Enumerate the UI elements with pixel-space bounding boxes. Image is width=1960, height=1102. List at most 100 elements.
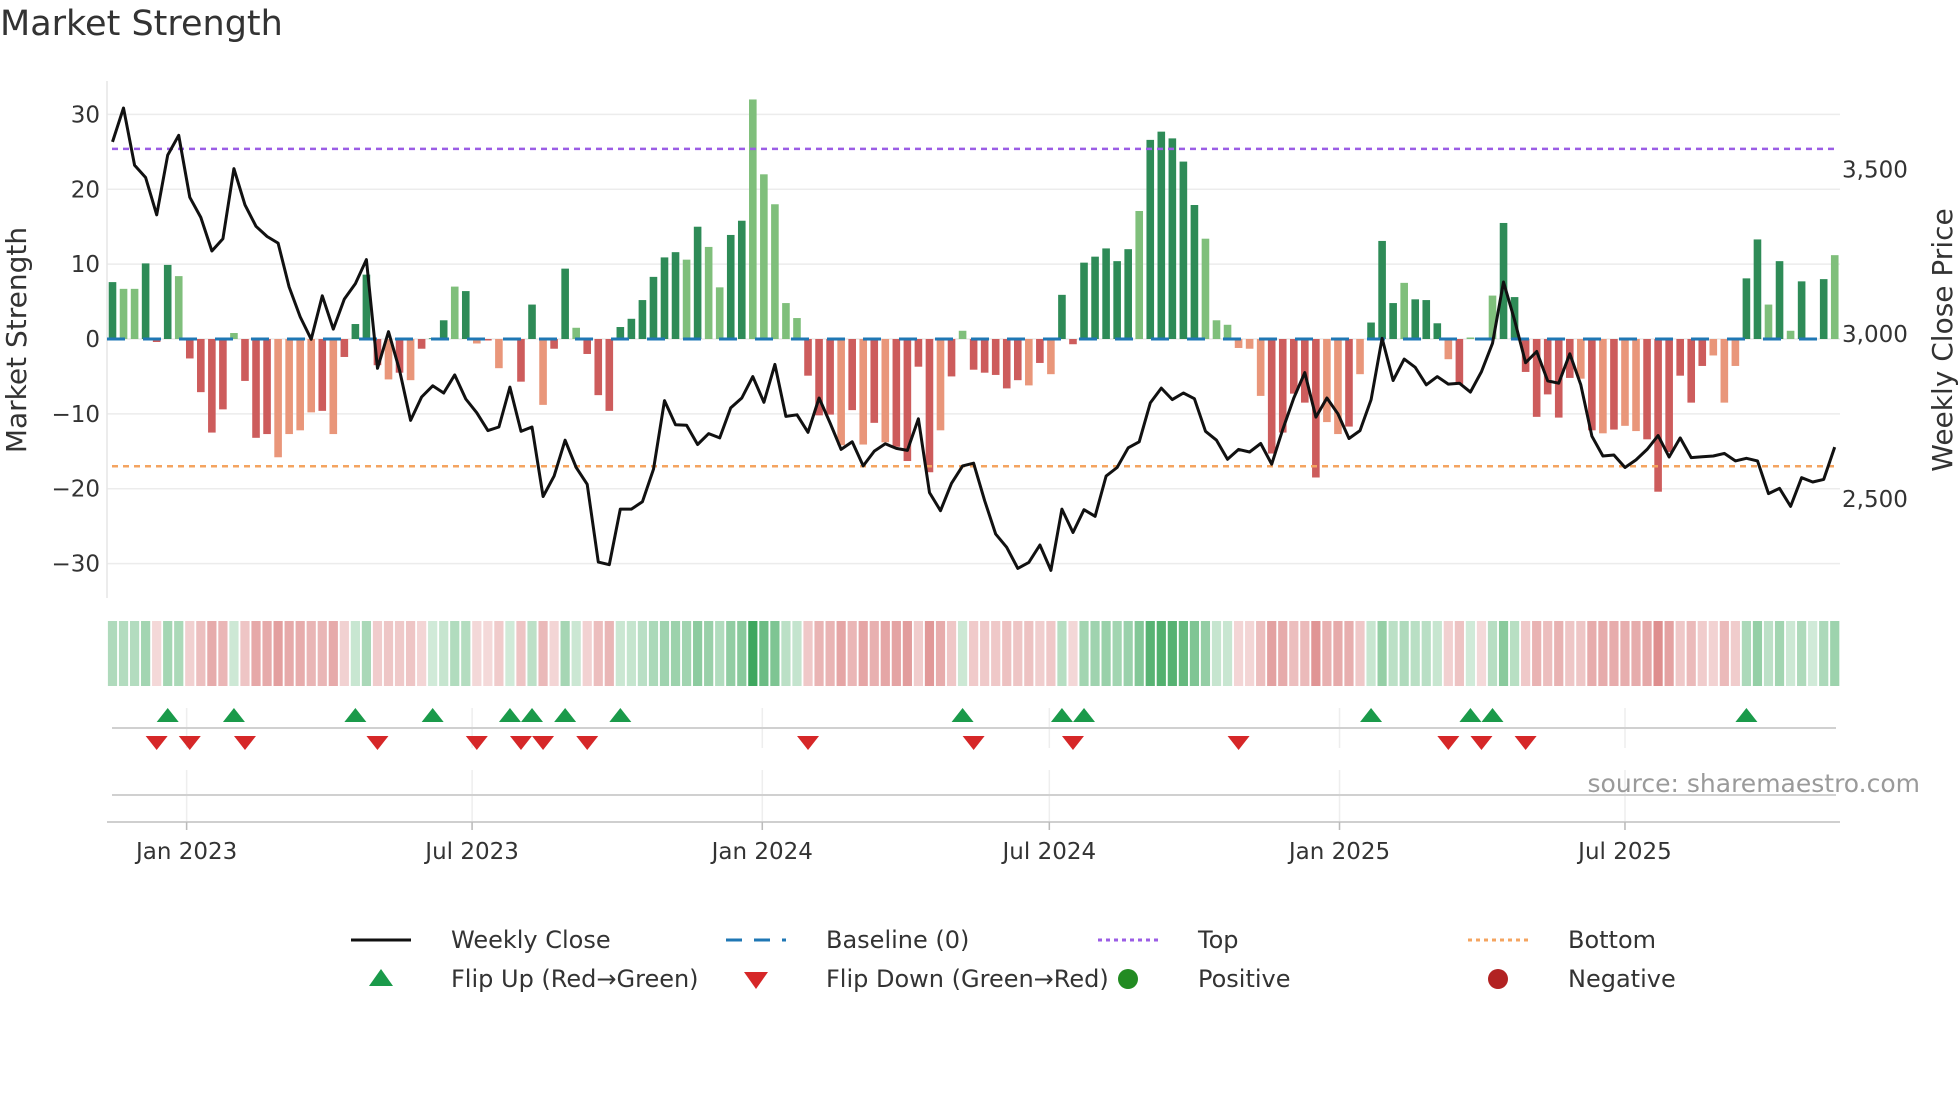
heat-cell bbox=[1576, 621, 1586, 686]
negative-bar bbox=[892, 339, 901, 447]
heat-cell bbox=[681, 621, 692, 686]
positive-bar bbox=[649, 276, 658, 339]
heat-cell bbox=[1819, 621, 1829, 686]
heat-cell bbox=[1752, 621, 1763, 686]
heat-cell bbox=[902, 621, 912, 686]
flip-down-marker bbox=[532, 736, 555, 750]
y-tick-label: −30 bbox=[51, 552, 100, 578]
positive-bar bbox=[958, 330, 967, 339]
heat-cell bbox=[637, 621, 648, 686]
negative-bar bbox=[936, 339, 945, 431]
flip-up-marker bbox=[1735, 708, 1758, 722]
negative-bar bbox=[1069, 339, 1077, 345]
heat-cell bbox=[1774, 621, 1785, 686]
positive-bar bbox=[108, 282, 117, 339]
heat-cell bbox=[913, 621, 924, 686]
negative-bar bbox=[991, 339, 1000, 375]
heat-cell bbox=[593, 621, 603, 686]
positive-bar bbox=[671, 252, 680, 339]
negative-bar bbox=[1621, 339, 1629, 426]
heat-cell bbox=[1222, 621, 1233, 686]
positive-bar bbox=[726, 234, 735, 339]
heat-cell bbox=[1101, 621, 1111, 686]
heat-cell bbox=[1355, 621, 1365, 686]
legend-item-flip-up: Flip Up (Red→Green) bbox=[369, 965, 699, 993]
negative-bar bbox=[208, 339, 216, 433]
heat-cell bbox=[383, 621, 394, 686]
negative-bar bbox=[870, 339, 879, 423]
heat-cell bbox=[1554, 621, 1564, 686]
positive-bar bbox=[1389, 303, 1397, 339]
heat-cell bbox=[1134, 621, 1144, 686]
heat-cell bbox=[1333, 621, 1343, 686]
heat-cell bbox=[1697, 621, 1707, 686]
positive-bar bbox=[1146, 139, 1155, 339]
heat-cell bbox=[1785, 621, 1796, 686]
heat-cell bbox=[1167, 621, 1177, 686]
negative-bar bbox=[837, 339, 845, 446]
flip-up-marker bbox=[498, 708, 521, 722]
negative-bar bbox=[1599, 339, 1607, 434]
heat-cell bbox=[1311, 621, 1321, 686]
heat-cell bbox=[969, 621, 979, 686]
heat-cell bbox=[107, 621, 118, 686]
flip-down-marker bbox=[1514, 736, 1537, 750]
heat-cell bbox=[1598, 621, 1608, 686]
positive-bar bbox=[528, 304, 536, 339]
negative-bar bbox=[1323, 339, 1331, 423]
heat-cell bbox=[1642, 621, 1652, 686]
positive-bar bbox=[1830, 255, 1839, 339]
heat-cell bbox=[924, 621, 935, 686]
flip-down-marker bbox=[576, 736, 599, 750]
heat-cell bbox=[891, 621, 901, 686]
heat-cell bbox=[1565, 621, 1575, 686]
positive-bar bbox=[1433, 323, 1442, 339]
flip-up-marker bbox=[1050, 708, 1073, 722]
heat-cell bbox=[1377, 621, 1387, 686]
heat-cell bbox=[1035, 621, 1045, 686]
right-axis-ticks: 3,500 3,000 2,500 bbox=[1842, 157, 1908, 513]
heat-cell bbox=[295, 621, 305, 686]
positive-bar bbox=[130, 288, 139, 339]
negative-bar bbox=[1643, 339, 1651, 440]
heat-cell bbox=[1741, 621, 1752, 686]
positive-bar bbox=[660, 257, 669, 339]
heat-cell bbox=[604, 621, 614, 686]
flip-up-marker bbox=[421, 708, 444, 722]
positive-bar bbox=[450, 286, 459, 339]
positive-bar bbox=[1113, 261, 1121, 339]
negative-bar bbox=[848, 339, 856, 411]
heat-cell bbox=[339, 621, 349, 686]
heat-cell bbox=[1189, 621, 1200, 686]
heat-cell bbox=[560, 621, 570, 686]
heat-cell bbox=[659, 621, 670, 686]
heat-cell bbox=[118, 621, 129, 686]
negative-bar bbox=[241, 339, 249, 381]
triangle-up-icon bbox=[369, 969, 393, 986]
flip-up-marker bbox=[554, 708, 577, 722]
positive-bar bbox=[1400, 282, 1408, 339]
heat-cell bbox=[880, 621, 890, 686]
heat-cell bbox=[350, 621, 360, 686]
negative-bar bbox=[1267, 339, 1276, 454]
heat-cell bbox=[858, 621, 868, 686]
negative-bar bbox=[969, 339, 978, 370]
y-tick-label: 0 bbox=[85, 327, 100, 353]
strength-heat-strip bbox=[107, 621, 1840, 686]
positive-bar bbox=[1466, 337, 1475, 339]
negative-bar bbox=[1345, 339, 1353, 427]
heat-cell bbox=[1344, 621, 1354, 686]
positive-bar bbox=[782, 303, 790, 339]
heat-cell bbox=[1233, 621, 1244, 686]
legend-label: Flip Up (Red→Green) bbox=[451, 965, 699, 993]
positive-bar bbox=[119, 288, 128, 339]
heat-cell bbox=[1719, 621, 1729, 686]
heat-cell bbox=[759, 621, 769, 686]
negative-bar bbox=[484, 339, 492, 341]
positive-bar bbox=[1411, 299, 1420, 339]
heat-cell bbox=[648, 621, 659, 686]
negative-bar bbox=[1720, 339, 1729, 403]
legend-label: Weekly Close bbox=[451, 926, 611, 954]
heat-cell bbox=[1509, 621, 1520, 686]
x-tick-label: Jan 2023 bbox=[134, 839, 237, 865]
